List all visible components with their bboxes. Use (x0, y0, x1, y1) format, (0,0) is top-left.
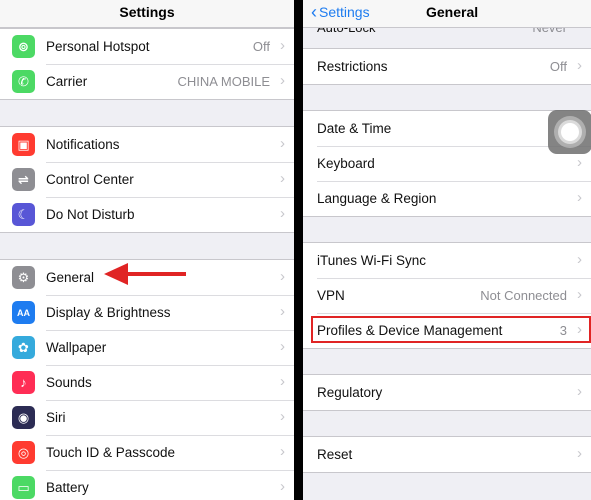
row-display-and-brightness[interactable]: AA Display & Brightness › (0, 295, 294, 330)
page-title: General (426, 4, 479, 20)
row-regulatory[interactable]: Regulatory › (303, 375, 591, 410)
settings-group-system: ▣ Notifications › ⇌ Control Center › ☾ Do Not D… (0, 126, 294, 233)
chevron-right-icon: › (280, 205, 285, 222)
red-arrow-annotation (104, 263, 186, 285)
row-label: Notifications (46, 137, 120, 152)
row-language-and-region[interactable]: Language & Region › (303, 181, 591, 216)
chevron-right-icon: › (577, 383, 582, 400)
row-restrictions[interactable]: Restrictions Off › (303, 49, 591, 84)
general-group-reset: Reset › (303, 436, 591, 473)
flower-icon: ✿ (12, 336, 35, 359)
battery-icon: ▭ (12, 476, 35, 499)
row-value: Off (252, 39, 270, 54)
general-group-restrictions: Restrictions Off › (303, 48, 591, 85)
chevron-right-icon: › (280, 303, 285, 320)
row-label: iTunes Wi-Fi Sync (317, 253, 427, 268)
settings-group-general: ⚙ General › AA Display & Brightness › ✿ Wallpap… (0, 259, 294, 500)
row-keyboard[interactable]: Keyboard › (303, 146, 591, 181)
speaker-icon: ♪ (12, 371, 35, 394)
settings-navbar: Settings (0, 0, 294, 28)
row-label: Language & Region (317, 191, 437, 206)
row-label: Regulatory (317, 385, 383, 400)
row-battery[interactable]: ▭ Battery › (0, 470, 294, 500)
chevron-right-icon: › (577, 445, 582, 462)
row-do-not-disturb[interactable]: ☾ Do Not Disturb › (0, 197, 294, 232)
hotspot-icon: ⊚ (12, 35, 35, 58)
chevron-right-icon: › (280, 268, 285, 285)
general-navbar: ‹ Settings General (303, 0, 591, 28)
row-label: Date & Time (317, 121, 392, 136)
chevron-right-icon: › (280, 72, 285, 89)
row-sounds[interactable]: ♪ Sounds › (0, 365, 294, 400)
assistive-touch-button[interactable] (548, 110, 591, 154)
settings-group-connectivity: ⊚ Personal Hotspot Off › ✆ Carrier CHINA MOBIL… (0, 28, 294, 100)
row-touch-id-and-passcode[interactable]: ◎ Touch ID & Passcode › (0, 435, 294, 470)
row-label: Siri (46, 410, 66, 425)
row-label: Personal Hotspot (46, 39, 150, 54)
chevron-right-icon: › (280, 408, 285, 425)
row-notifications[interactable]: ▣ Notifications › (0, 127, 294, 162)
row-value: Off (549, 59, 567, 74)
text-size-icon: AA (12, 301, 35, 324)
settings-panel: Settings ⊚ Personal Hotspot Off › ✆ Carrier CH… (0, 0, 294, 500)
row-siri[interactable]: ◉ Siri › (0, 400, 294, 435)
row-label: Sounds (46, 375, 92, 390)
row-label: Do Not Disturb (46, 207, 135, 222)
row-label: VPN (317, 288, 345, 303)
chevron-right-icon: › (280, 37, 285, 54)
row-label: Keyboard (317, 156, 375, 171)
chevron-right-icon: › (280, 338, 285, 355)
fingerprint-icon: ◎ (12, 441, 35, 464)
gear-icon: ⚙ (12, 266, 35, 289)
moon-icon: ☾ (12, 203, 35, 226)
row-itunes-wi-fi-sync[interactable]: iTunes Wi-Fi Sync › (303, 243, 591, 278)
chevron-right-icon: › (280, 170, 285, 187)
chevron-right-icon: › (577, 189, 582, 206)
profiles-highlight-box (311, 316, 591, 343)
chevron-right-icon: › (280, 135, 285, 152)
row-reset[interactable]: Reset › (303, 437, 591, 472)
general-group-regulatory: Regulatory › (303, 374, 591, 411)
page-title: Settings (119, 4, 175, 20)
siri-icon: ◉ (12, 406, 35, 429)
toggles-icon: ⇌ (12, 168, 35, 191)
phone-icon: ✆ (12, 70, 35, 93)
chevron-left-icon: ‹ (311, 2, 317, 22)
row-label: Battery (46, 480, 89, 495)
row-label: Restrictions (317, 59, 388, 74)
row-value: Not Connected (480, 288, 567, 303)
row-label: Control Center (46, 172, 134, 187)
notifications-icon: ▣ (12, 133, 35, 156)
row-label: General (46, 270, 95, 285)
chevron-right-icon: › (577, 286, 582, 303)
row-wallpaper[interactable]: ✿ Wallpaper › (0, 330, 294, 365)
row-label: Wallpaper (46, 340, 107, 355)
chevron-right-icon: › (577, 251, 582, 268)
back-button[interactable]: ‹ Settings (311, 3, 370, 21)
row-label: Display & Brightness (46, 305, 171, 320)
row-label: Touch ID & Passcode (46, 445, 176, 460)
chevron-right-icon: › (280, 478, 285, 495)
row-control-center[interactable]: ⇌ Control Center › (0, 162, 294, 197)
back-button-label: Settings (319, 4, 370, 20)
row-label: Reset (317, 447, 353, 462)
row-personal-hotspot[interactable]: ⊚ Personal Hotspot Off › (0, 29, 294, 64)
row-carrier[interactable]: ✆ Carrier CHINA MOBILE › (0, 64, 294, 99)
chevron-right-icon: › (280, 373, 285, 390)
row-label: Carrier (46, 74, 88, 89)
chevron-right-icon: › (280, 443, 285, 460)
chevron-right-icon: › (577, 57, 582, 74)
chevron-right-icon: › (577, 154, 582, 171)
general-panel: Auto-Lock Never ‹ Settings General Restr… (303, 0, 591, 500)
row-vpn[interactable]: VPN Not Connected › (303, 278, 591, 313)
row-value: CHINA MOBILE (177, 74, 270, 89)
